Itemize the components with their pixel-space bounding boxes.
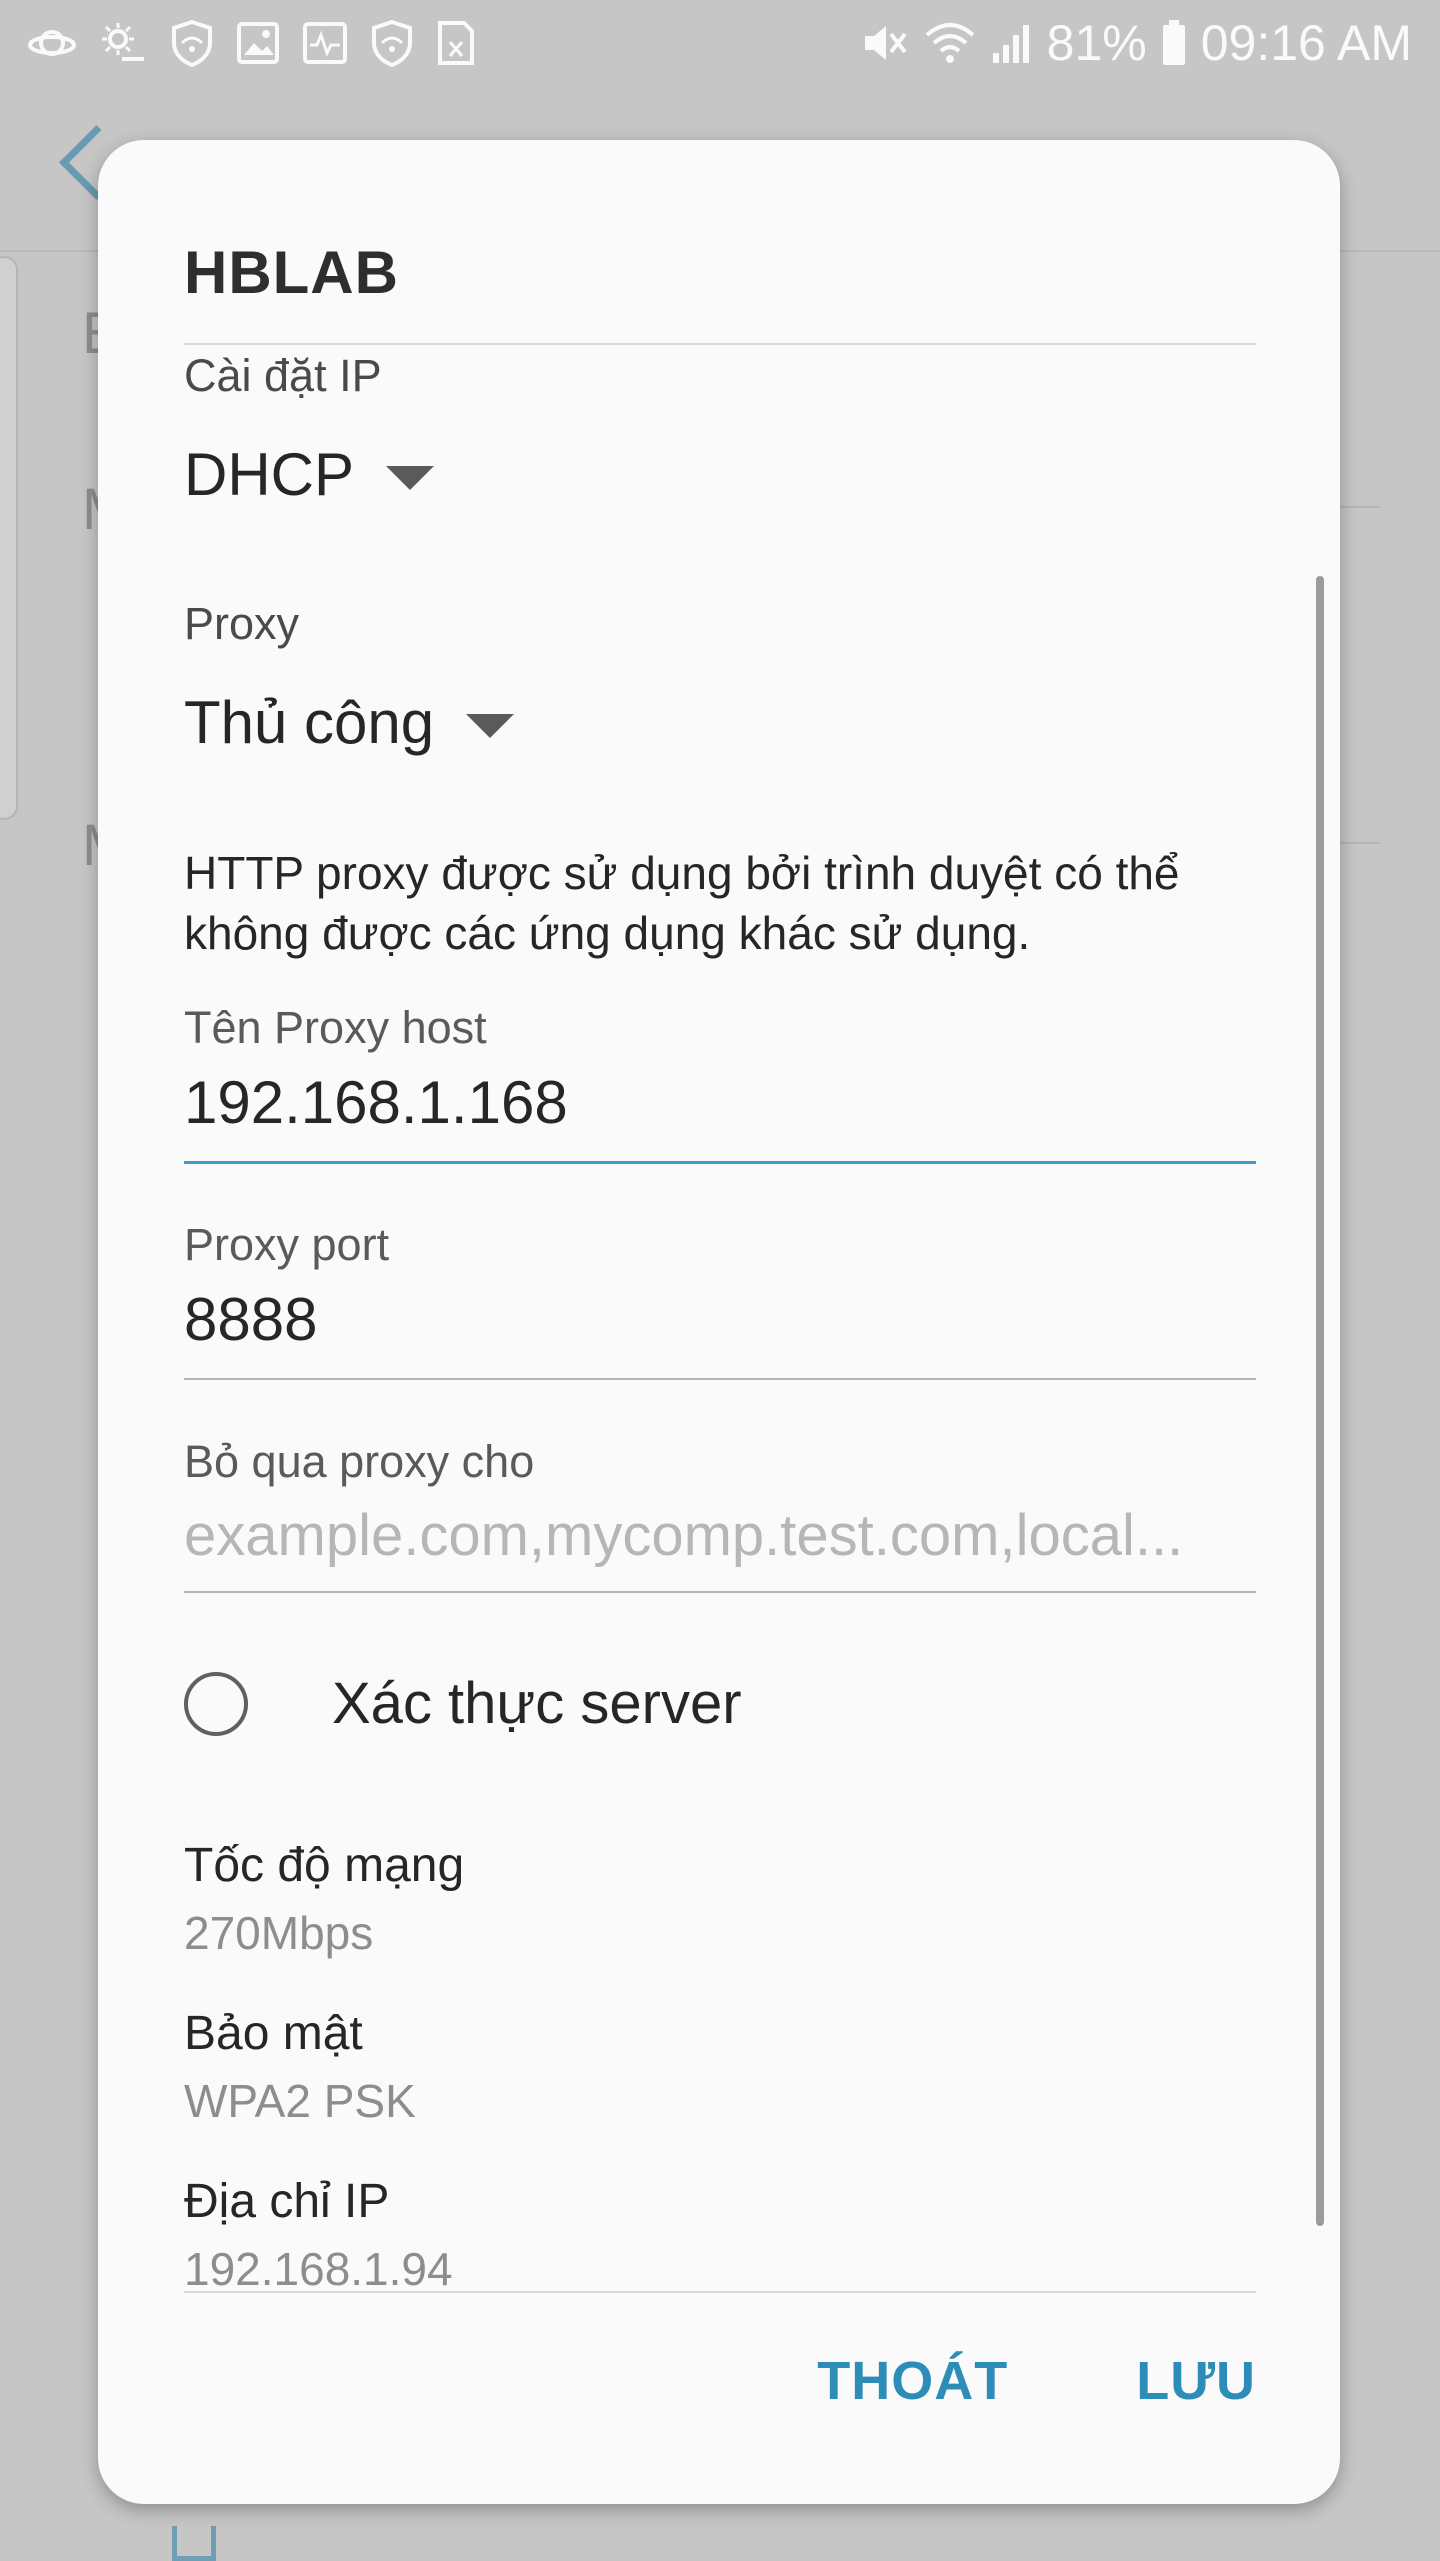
image-icon	[236, 21, 280, 65]
background-card	[0, 256, 18, 820]
actions-divider	[184, 2291, 1256, 2293]
security-label: Bảo mật	[184, 2007, 363, 2060]
proxy-value: Thủ công	[184, 689, 435, 756]
security-value: WPA2 PSK	[184, 2075, 416, 2127]
ip-address-label: Địa chỉ IP	[184, 2175, 390, 2228]
bypass-proxy-field: Bỏ qua proxy cho example.com,mycomp.test…	[184, 1436, 1256, 1593]
clock: 09:16 AM	[1200, 15, 1412, 71]
proxy-label: Proxy	[184, 598, 300, 649]
proxy-host-field: Tên Proxy host	[184, 1002, 1256, 1164]
system-icons: 81% 09:16 AM	[847, 14, 1412, 72]
bypass-proxy-label: Bỏ qua proxy cho	[184, 1436, 535, 1487]
dropdown-caret-icon	[386, 465, 435, 490]
server-auth-label: Xác thực server	[332, 1671, 742, 1736]
proxy-port-input[interactable]	[184, 1285, 1256, 1380]
battery-percent: 81%	[1046, 15, 1147, 71]
proxy-dropdown[interactable]: Thủ công	[184, 688, 515, 757]
weather-icon	[98, 21, 148, 65]
notification-icons	[28, 19, 498, 67]
network-speed-value: 270Mbps	[184, 1907, 374, 1959]
shield-icon	[370, 19, 414, 67]
ip-settings-dropdown[interactable]: DHCP	[184, 440, 435, 509]
proxy-port-label: Proxy port	[184, 1219, 390, 1270]
bypass-proxy-input[interactable]: example.com,mycomp.test.com,local...	[184, 1502, 1256, 1593]
dropdown-caret-icon	[466, 713, 515, 738]
mute-icon	[861, 20, 909, 66]
save-button[interactable]: LƯU	[1136, 2350, 1256, 2412]
shield-icon	[170, 19, 214, 67]
card-icon	[436, 20, 476, 66]
wifi-config-dialog: HBLAB Cài đặt IP DHCP Proxy Thủ công HTT…	[98, 140, 1340, 2504]
activity-icon	[302, 21, 348, 65]
signal-icon	[991, 21, 1033, 65]
proxy-port-field: Proxy port	[184, 1219, 1256, 1380]
scrollbar[interactable]	[1316, 576, 1324, 2226]
battery-icon	[1161, 19, 1187, 67]
proxy-host-input[interactable]	[184, 1068, 1256, 1164]
background-icon	[172, 2526, 216, 2561]
server-auth-checkbox[interactable]	[184, 1671, 248, 1736]
server-auth-option[interactable]: Xác thực server	[184, 1670, 742, 1737]
dialog-actions: THOÁT LƯU	[817, 2350, 1256, 2412]
wifi-icon	[923, 21, 977, 65]
background-divider	[1340, 506, 1380, 508]
status-bar: 81% 09:16 AM	[0, 0, 1440, 86]
cancel-button[interactable]: THOÁT	[817, 2350, 1008, 2412]
ip-settings-value: DHCP	[184, 441, 355, 508]
background-divider	[1340, 842, 1380, 844]
dialog-scroll-area[interactable]: Cài đặt IP DHCP Proxy Thủ công HTTP prox…	[98, 345, 1340, 2291]
proxy-host-label: Tên Proxy host	[184, 1002, 487, 1053]
proxy-description: HTTP proxy được sử dụng bởi trình duyệt …	[184, 847, 1180, 959]
dialog-title: HBLAB	[184, 239, 399, 306]
ip-address-value: 192.168.1.94	[184, 2243, 453, 2291]
saturn-icon	[28, 21, 76, 65]
network-speed-label: Tốc độ mạng	[184, 1839, 465, 1892]
ip-settings-label: Cài đặt IP	[184, 350, 382, 401]
